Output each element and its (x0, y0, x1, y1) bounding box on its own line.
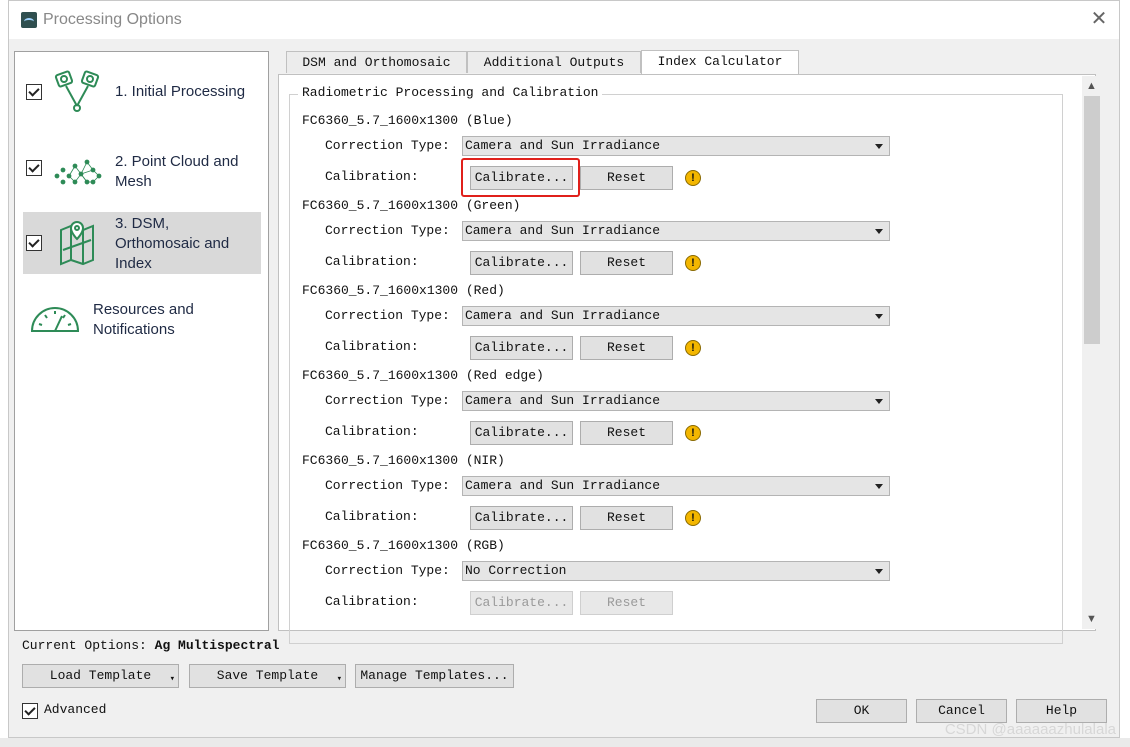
tab-additional-outputs[interactable]: Additional Outputs (467, 51, 641, 73)
correction-type-label: Correction Type: (325, 563, 450, 578)
save-template-label: Save Template (216, 668, 319, 683)
chevron-down-icon (875, 144, 883, 149)
correction-type-label: Correction Type: (325, 308, 450, 323)
correction-type-select[interactable]: No Correction (462, 561, 890, 581)
correction-type-value: Camera and Sun Irradiance (465, 223, 661, 238)
sidebar-item-label: 2. Point Cloud and Mesh (115, 153, 239, 190)
band-name: FC6360_5.7_1600x1300 (Green) (302, 198, 521, 213)
correction-type-value: Camera and Sun Irradiance (465, 138, 661, 153)
title-bar: Processing Options ✕ (9, 1, 1119, 39)
dropdown-icon: ▾ (169, 674, 175, 684)
warning-icon: ! (685, 425, 701, 441)
calibration-label: Calibration: (325, 424, 419, 439)
correction-type-select[interactable]: Camera and Sun Irradiance (462, 136, 890, 156)
ok-button[interactable]: OK (816, 699, 907, 723)
manage-templates-button[interactable]: Manage Templates... (355, 664, 514, 688)
current-options-label: Current Options: (22, 638, 147, 653)
reset-button[interactable]: Reset (580, 251, 673, 275)
point-cloud-icon (54, 159, 102, 185)
calibrate-button[interactable]: Calibrate... (470, 336, 573, 360)
sidebar-item-point-cloud[interactable]: 2. Point Cloud and Mesh (23, 142, 261, 202)
load-template-button[interactable]: Load Template ▾ (22, 664, 179, 688)
chevron-down-icon (875, 569, 883, 574)
dsm-checkbox[interactable] (26, 235, 42, 251)
correction-type-select[interactable]: Camera and Sun Irradiance (462, 221, 890, 241)
tab-index-calculator[interactable]: Index Calculator (641, 50, 799, 75)
warning-icon: ! (685, 255, 701, 271)
cameras-icon (54, 70, 100, 112)
advanced-label: Advanced (44, 702, 107, 717)
correction-type-select[interactable]: Camera and Sun Irradiance (462, 476, 890, 496)
calibration-label: Calibration: (325, 594, 419, 609)
tab-dsm-orthomosaic[interactable]: DSM and Orthomosaic (286, 51, 467, 73)
vertical-scrollbar[interactable]: ▲ ▼ (1082, 76, 1101, 629)
sidebar-item-initial-processing[interactable]: 1. Initial Processing (23, 66, 261, 126)
chevron-down-icon (875, 229, 883, 234)
band-name: FC6360_5.7_1600x1300 (NIR) (302, 453, 505, 468)
initial-processing-checkbox[interactable] (26, 84, 42, 100)
correction-type-select[interactable]: Camera and Sun Irradiance (462, 391, 890, 411)
reset-button[interactable]: Reset (580, 591, 673, 615)
correction-type-value: Camera and Sun Irradiance (465, 308, 661, 323)
current-options: Current Options: Ag Multispectral (22, 638, 279, 653)
sidebar-item-label: Resources and Notifications (93, 301, 194, 338)
load-template-label: Load Template (49, 668, 152, 683)
reset-button[interactable]: Reset (580, 506, 673, 530)
band-name: FC6360_5.7_1600x1300 (RGB) (302, 538, 505, 553)
correction-type-label: Correction Type: (325, 478, 450, 493)
gauge-icon (30, 307, 80, 332)
band-name: FC6360_5.7_1600x1300 (Red) (302, 283, 505, 298)
watermark: CSDN @aaaaaazhulalala (944, 721, 1116, 738)
advanced-checkbox[interactable] (22, 703, 38, 719)
background-strip (0, 738, 1130, 747)
scroll-up-icon[interactable]: ▲ (1086, 79, 1097, 93)
correction-type-label: Correction Type: (325, 138, 450, 153)
cancel-button[interactable]: Cancel (916, 699, 1007, 723)
help-button[interactable]: Help (1016, 699, 1107, 723)
highlight-box (461, 158, 580, 197)
calibrate-button[interactable]: Calibrate... (470, 421, 573, 445)
warning-icon: ! (685, 170, 701, 186)
map-icon (60, 220, 94, 266)
chevron-down-icon (875, 484, 883, 489)
sidebar-item-label: 3. DSM, Orthomosaic and Index (115, 215, 230, 272)
chevron-down-icon (875, 314, 883, 319)
correction-type-select[interactable]: Camera and Sun Irradiance (462, 306, 890, 326)
correction-type-value: Camera and Sun Irradiance (465, 478, 661, 493)
reset-button[interactable]: Reset (580, 336, 673, 360)
window-title: Processing Options (43, 11, 182, 28)
calibrate-button[interactable]: Calibrate... (470, 591, 573, 615)
tab-pane: Radiometric Processing and Calibration F… (278, 74, 1096, 644)
warning-icon: ! (685, 340, 701, 356)
reset-button[interactable]: Reset (580, 166, 673, 190)
calibration-label: Calibration: (325, 169, 419, 184)
point-cloud-checkbox[interactable] (26, 160, 42, 176)
sidebar-item-label: 1. Initial Processing (115, 83, 246, 100)
band-name: FC6360_5.7_1600x1300 (Red edge) (302, 368, 544, 383)
correction-type-label: Correction Type: (325, 223, 450, 238)
close-icon[interactable]: ✕ (1089, 9, 1109, 29)
reset-button[interactable]: Reset (580, 421, 673, 445)
scroll-down-icon[interactable]: ▼ (1086, 612, 1097, 626)
scroll-thumb[interactable] (1084, 96, 1100, 344)
current-options-value: Ag Multispectral (154, 638, 280, 653)
calibrate-button[interactable]: Calibrate... (470, 506, 573, 530)
sidebar: 1. Initial Processing 2. Point Cloud and… (14, 51, 269, 631)
correction-type-value: No Correction (465, 563, 567, 578)
save-template-button[interactable]: Save Template ▾ (189, 664, 346, 688)
warning-icon: ! (685, 510, 701, 526)
calibration-label: Calibration: (325, 509, 419, 524)
calibrate-button[interactable]: Calibrate... (470, 251, 573, 275)
calibration-label: Calibration: (325, 339, 419, 354)
sidebar-item-dsm-orthomosaic[interactable]: 3. DSM, Orthomosaic and Index (23, 212, 261, 274)
calibration-label: Calibration: (325, 254, 419, 269)
chevron-down-icon (875, 399, 883, 404)
band-name: FC6360_5.7_1600x1300 (Blue) (302, 113, 513, 128)
correction-type-label: Correction Type: (325, 393, 450, 408)
app-icon (21, 12, 37, 28)
group-title: Radiometric Processing and Calibration (298, 85, 603, 100)
correction-type-value: Camera and Sun Irradiance (465, 393, 661, 408)
dropdown-icon: ▾ (336, 674, 342, 684)
sidebar-item-resources[interactable]: Resources and Notifications (23, 292, 261, 352)
